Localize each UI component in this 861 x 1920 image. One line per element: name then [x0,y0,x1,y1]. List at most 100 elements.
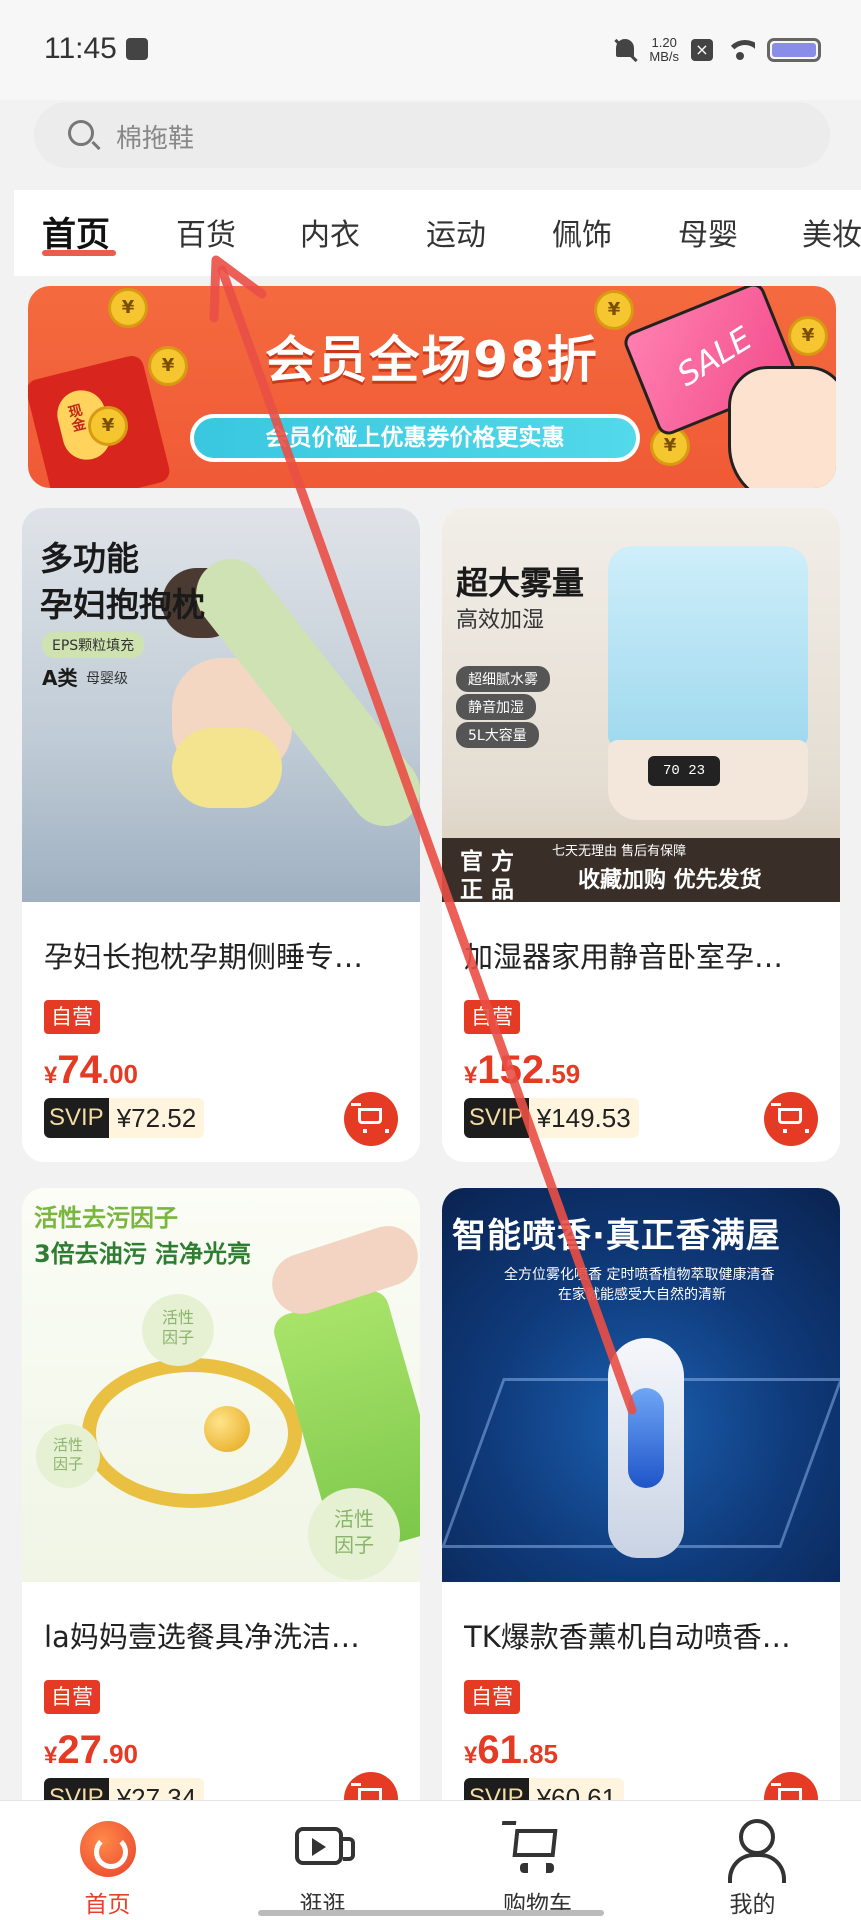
svip-label: SVIP [464,1098,529,1138]
image-headline: 智能喷香·真正香满屋 [452,1216,781,1256]
svip-price-tag: SVIP ¥149.53 [464,1098,639,1138]
add-to-cart-button[interactable] [764,1092,818,1146]
product-price: ¥61.85 [464,1728,558,1773]
product-price: ¥74.00 [44,1048,138,1093]
image-subheadline: 3倍去油污 洁净光亮 [34,1240,252,1268]
image-headline: 多功能 [40,539,139,578]
self-operated-badge: 自营 [44,1000,100,1034]
tab-underwear[interactable]: 内衣 [300,210,360,254]
mute-bell-icon [613,37,637,63]
product-card[interactable]: 活性去污因子 3倍去油污 洁净光亮 活性因子 活性因子 活性 因子 la妈妈壹选… [22,1188,420,1828]
product-price: ¥152.59 [464,1048,580,1093]
product-title: 孕妇长抱枕孕期侧睡专… [44,940,364,974]
price-integer: 74 [57,1048,102,1092]
nav-label: 首页 [84,1892,131,1918]
bottom-navigation: 首页 逛逛 购物车 我的 [0,1800,861,1920]
image-subheadline: 孕妇抱抱枕 [40,585,205,624]
user-icon [728,1819,786,1883]
member-discount-banner[interactable]: 现金 ¥ ¥ ¥ ¥ ¥ ¥ 会员全场98折 会员价碰上优惠券价格更实惠 SAL… [28,286,836,488]
search-bar[interactable]: 棉拖鞋 [34,102,830,168]
image-slogan: 收藏加购 优先发货 [578,868,762,893]
network-speed-unit: MB/s [649,49,679,64]
tab-home[interactable]: 首页 [42,207,110,256]
message-notification-icon [126,38,148,60]
search-icon [68,120,94,146]
product-card[interactable]: 70 23 超大雾量 高效加湿 超细腻水雾 静音加湿 5L大容量 官 方 正 品… [442,508,840,1162]
nav-home[interactable]: 首页 [0,1801,215,1920]
status-bar: 11:45 1.20 MB/s × [0,0,861,100]
cart-wheels [520,1863,554,1873]
price-symbol: ¥ [464,1742,478,1769]
status-time: 11:45 [44,32,117,65]
search-placeholder: 棉拖鞋 [116,124,195,154]
humidifier-tank-graphic [608,546,808,746]
image-grade-a: A类 [42,666,78,690]
home-indicator[interactable] [258,1910,604,1916]
splash-ring-graphic [82,1358,302,1508]
cart-icon [512,1829,558,1857]
cart-icon [771,1103,809,1133]
tab-accessories[interactable]: 佩饰 [552,210,612,254]
image-chip: 静音加湿 [456,694,536,720]
network-speed: 1.20 MB/s [649,36,679,64]
image-chip: 超细腻水雾 [456,666,550,692]
tab-sports[interactable]: 运动 [426,210,486,254]
image-chip: 5L大容量 [456,722,539,748]
price-integer: 61 [477,1728,522,1772]
oil-drop-graphic [204,1406,250,1452]
home-icon [80,1821,136,1877]
close-box-icon: × [691,39,713,61]
svip-price: ¥72.52 [108,1098,205,1138]
add-to-cart-button[interactable] [344,1092,398,1146]
nav-browse[interactable]: 逛逛 [215,1801,430,1920]
self-operated-badge: 自营 [44,1680,100,1714]
product-title: TK爆款香薰机自动喷香… [464,1620,791,1654]
active-factor-bubble: 活性因子 [142,1294,214,1366]
active-factor-bubble: 活性因子 [36,1424,100,1488]
product-title: 加湿器家用静音卧室孕… [464,940,784,974]
product-image: 多功能 孕妇抱抱枕 EPS颗粒填充 A类 母婴级 [22,508,420,902]
cart-icon [351,1103,389,1133]
price-decimal: .00 [101,1059,139,1089]
tab-beauty[interactable]: 美妆 [802,210,861,254]
envelope-text: 现金 [64,402,88,434]
guarantee-text: 七天无理由 售后有保障 [552,844,687,859]
nav-label: 我的 [729,1892,776,1918]
image-headline: 超大雾量 [456,564,585,602]
active-tab-indicator [42,250,116,256]
price-symbol: ¥ [44,1062,58,1089]
product-card[interactable]: 智能喷香·真正香满屋 全方位雾化喷香 定时喷香植物萃取健康清香 在家就能感受大自… [442,1188,840,1828]
product-image: 活性去污因子 3倍去油污 洁净光亮 活性因子 活性因子 活性 因子 [22,1188,420,1582]
product-card[interactable]: 多功能 孕妇抱抱枕 EPS颗粒填充 A类 母婴级 孕妇长抱枕孕期侧睡专… 自营 … [22,508,420,1162]
model-shorts [172,728,282,808]
aroma-liquid-graphic [628,1388,664,1488]
category-tabs: 首页 百货 内衣 运动 佩饰 母婴 美妆 [14,190,861,276]
bubble-text: 活性因子 [161,1308,194,1347]
product-price: ¥27.90 [44,1728,138,1773]
bubble-text: 活性 [334,1507,374,1531]
image-subheadline: 高效加湿 [456,608,545,633]
price-integer: 152 [477,1048,545,1092]
nav-profile[interactable]: 我的 [645,1801,860,1920]
tab-mother-baby[interactable]: 母婴 [678,210,738,254]
price-symbol: ¥ [44,1742,58,1769]
svip-label: SVIP [44,1098,109,1138]
svip-price: ¥149.53 [528,1098,639,1138]
nav-cart[interactable]: 购物车 [430,1801,645,1920]
tab-general-merchandise[interactable]: 百货 [176,210,236,254]
price-symbol: ¥ [464,1062,478,1089]
network-speed-value: 1.20 [651,35,677,50]
bubble-text: 因子 [334,1533,374,1557]
price-decimal: .59 [544,1059,581,1089]
self-operated-badge: 自营 [464,1680,520,1714]
image-subheadline: 全方位雾化喷香 定时喷香植物萃取健康清香 [504,1267,775,1283]
price-integer: 27 [57,1728,102,1772]
price-decimal: .85 [521,1739,559,1769]
product-image: 智能喷香·真正香满屋 全方位雾化喷香 定时喷香植物萃取健康清香 在家就能感受大自… [442,1188,840,1582]
humidifier-display: 70 23 [648,756,720,786]
image-subheadline-2: 在家就能感受大自然的清新 [558,1287,726,1303]
svip-price-tag: SVIP ¥72.52 [44,1098,205,1138]
banner-subtitle: 会员价碰上优惠券价格更实惠 [190,414,640,462]
coin-icon: ¥ [88,406,128,446]
image-chip: EPS颗粒填充 [42,632,145,658]
